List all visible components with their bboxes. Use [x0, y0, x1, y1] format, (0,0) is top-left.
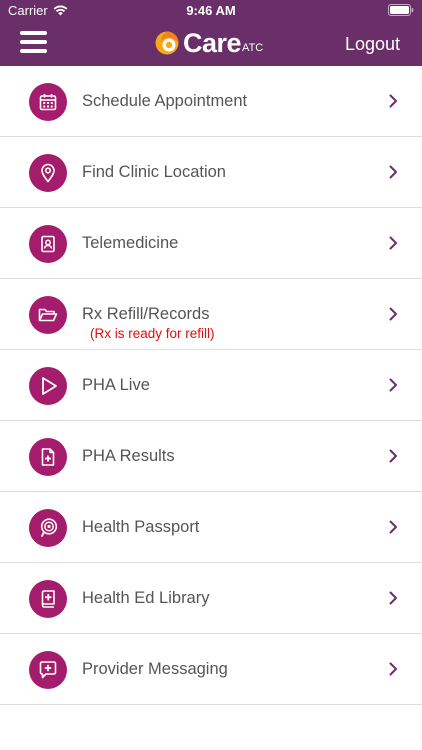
careatc-logo: Care ATC [155, 27, 264, 58]
menu-item-label: PHA Results [82, 447, 175, 465]
menu-item-label: Provider Messaging [82, 660, 228, 678]
menu-item-pha-results[interactable]: PHA Results [0, 421, 422, 492]
document-plus-icon [29, 438, 67, 476]
chevron-right-icon [389, 378, 397, 392]
chevron-right-icon [389, 236, 397, 250]
hamburger-bar [20, 31, 47, 35]
menu-item-label: Rx Refill/Records [82, 305, 210, 323]
folder-icon [29, 296, 67, 334]
logo-text: Care [183, 27, 242, 58]
menu-item-label: PHA Live [82, 376, 150, 394]
main-menu-list: Schedule Appointment Find Clinic Locatio… [0, 66, 422, 705]
chevron-right-icon [389, 591, 397, 605]
menu-item-label: Telemedicine [82, 234, 179, 252]
status-bar: Carrier 9:46 AM [0, 0, 422, 22]
chevron-right-icon [389, 165, 397, 179]
menu-item-find-clinic-location[interactable]: Find Clinic Location [0, 137, 422, 208]
app-header: Carrier 9:46 AM Care ATC Logout [0, 0, 422, 66]
chevron-right-icon [389, 94, 397, 108]
calendar-icon [29, 83, 67, 121]
logo-mark-icon [155, 31, 179, 55]
id-badge-icon [29, 225, 67, 263]
play-icon [29, 367, 67, 405]
menu-item-label: Health Passport [82, 518, 200, 536]
chevron-right-icon [389, 307, 397, 321]
chevron-right-icon [389, 449, 397, 463]
hamburger-menu-button[interactable] [20, 31, 47, 53]
battery-icon [388, 4, 414, 16]
chevron-right-icon [389, 520, 397, 534]
book-plus-icon [29, 580, 67, 618]
location-pin-icon [29, 154, 67, 192]
menu-item-label: Health Ed Library [82, 589, 210, 607]
menu-item-provider-messaging[interactable]: Provider Messaging [0, 634, 422, 705]
hamburger-bar [20, 40, 47, 44]
menu-item-schedule-appointment[interactable]: Schedule Appointment [0, 66, 422, 137]
target-pin-icon [29, 509, 67, 547]
status-time: 9:46 AM [186, 3, 236, 18]
menu-item-label: Schedule Appointment [82, 92, 248, 110]
menu-item-health-passport[interactable]: Health Passport [0, 492, 422, 563]
menu-item-rx-refill-records[interactable]: Rx Refill/Records (Rx is ready for refil… [0, 279, 422, 350]
menu-item-label: Find Clinic Location [82, 163, 226, 181]
hamburger-bar [20, 49, 47, 53]
menu-item-health-ed-library[interactable]: Health Ed Library [0, 563, 422, 634]
menu-item-telemedicine[interactable]: Telemedicine [0, 208, 422, 279]
refill-alert-text: (Rx is ready for refill) [90, 326, 215, 341]
chevron-right-icon [389, 662, 397, 676]
logo-subtext: ATC [242, 41, 264, 54]
logout-button[interactable]: Logout [345, 34, 400, 55]
menu-item-pha-live[interactable]: PHA Live [0, 350, 422, 421]
chat-plus-icon [29, 651, 67, 689]
